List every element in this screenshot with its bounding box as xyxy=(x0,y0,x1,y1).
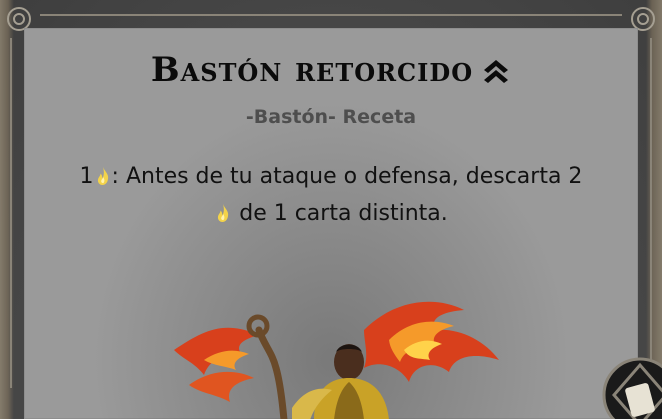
ability-cost: 1 xyxy=(79,164,94,189)
card-title-row: Bastón retorcido xyxy=(24,50,638,90)
card-ability-text: 1 : Antes de tu ataque o defensa, descar… xyxy=(54,158,608,232)
card-title: Bastón retorcido xyxy=(150,50,474,90)
card-type-badge-icon xyxy=(602,357,662,419)
game-screen: Bastón retorcido -Bastón- Receta 1 : Ant… xyxy=(0,0,662,419)
frame-border-top xyxy=(40,14,622,16)
flame-icon xyxy=(218,204,229,222)
card-detail-panel[interactable]: Bastón retorcido -Bastón- Receta 1 : Ant… xyxy=(24,28,638,419)
card-artwork xyxy=(174,301,499,419)
flame-icon xyxy=(97,167,108,185)
ability-text-line2: de 1 carta distinta. xyxy=(232,201,448,226)
frame-border-right xyxy=(650,38,652,388)
frame-border-left xyxy=(10,38,12,388)
card-subtitle: -Bastón- Receta xyxy=(245,106,417,128)
ability-text-line1: : Antes de tu ataque o defensa, descarta… xyxy=(111,164,583,189)
double-chevron-up-icon xyxy=(484,60,509,83)
